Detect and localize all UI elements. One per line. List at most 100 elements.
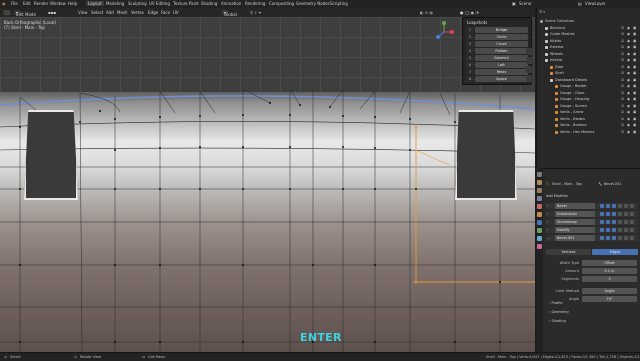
camera-render-icon[interactable]: ▣: [633, 58, 636, 62]
close-icon[interactable]: [624, 236, 628, 240]
tab-modeling[interactable]: Modeling: [104, 1, 126, 6]
checkbox-icon[interactable]: ☑: [621, 71, 624, 75]
tab-animation[interactable]: Animation: [219, 1, 243, 6]
checkbox-icon[interactable]: ☑: [621, 32, 624, 36]
loopshot-flatten-button[interactable]: Flatten: [475, 48, 528, 54]
affect-vertices-button[interactable]: Vertices: [546, 249, 591, 255]
hide-eye-icon[interactable]: ◉: [627, 65, 630, 69]
expand-chevron-icon[interactable]: ›: [547, 220, 548, 224]
overlay-icons[interactable]: ◐ ⊙ ◍: [420, 10, 433, 15]
tab-sculpting[interactable]: Sculpting: [126, 1, 149, 6]
loopshot-bridge-button[interactable]: Bridge: [475, 27, 528, 33]
outliner-row[interactable]: Dashboard Details ☑ ◉ ▣: [537, 78, 640, 83]
loopshot-gstretch-button[interactable]: Gstretch: [475, 55, 528, 61]
loopshot-loft-button[interactable]: Loft: [475, 62, 528, 68]
vp-menu-select[interactable]: Select: [91, 10, 103, 15]
hide-eye-icon[interactable]: ◉: [627, 71, 630, 75]
camera-icon[interactable]: [526, 66, 533, 73]
camera-render-icon[interactable]: ▣: [633, 91, 636, 95]
outliner-row[interactable]: Interior ☑ ◉ ▣: [537, 58, 640, 63]
3d-viewport[interactable]: [0, 17, 535, 352]
hide-eye-icon[interactable]: ◉: [627, 39, 630, 43]
edit-mode-toggle-icon[interactable]: [600, 236, 604, 240]
perspective-grid-icon[interactable]: [526, 75, 533, 82]
hide-eye-icon[interactable]: ◉: [627, 26, 630, 30]
menu-help[interactable]: Help: [68, 1, 77, 6]
drag-handle-icon[interactable]: [630, 228, 634, 232]
outliner-row[interactable]: Wheels ☑ ◉ ▣: [537, 52, 640, 57]
tab-uv-editing[interactable]: UV Editing: [147, 1, 172, 6]
viewport-toggle-icon[interactable]: [606, 212, 610, 216]
close-icon[interactable]: [624, 212, 628, 216]
tab-geometry-nodes[interactable]: Geometry Nodes: [294, 1, 332, 6]
outliner-row[interactable]: Kitbits ☑ ◉ ▣: [537, 39, 640, 44]
checkbox-icon[interactable]: ☑: [621, 97, 624, 101]
tab-compositing[interactable]: Compositing: [267, 1, 296, 6]
loopshot-row[interactable]: 6 Loft: [466, 62, 528, 68]
mode-select[interactable]: Edit Mode ▾: [14, 10, 36, 17]
camera-render-icon[interactable]: ▣: [633, 45, 636, 49]
checkbox-icon[interactable]: ☑: [621, 78, 624, 82]
checkbox-icon[interactable]: ☑: [621, 52, 624, 56]
outliner-row[interactable]: Gauge - Screen ☑ ◉ ▣: [537, 104, 640, 109]
outliner-row[interactable]: Gauge - Housing ☑ ◉ ▣: [537, 97, 640, 102]
dropdown-icon[interactable]: [618, 212, 622, 216]
modifier-name-field[interactable]: Shrinkwrap: [555, 219, 595, 225]
scene-tab-icon[interactable]: [537, 204, 542, 209]
loopshot-curve-button[interactable]: Curve: [475, 41, 528, 47]
render-toggle-icon[interactable]: [612, 236, 616, 240]
camera-render-icon[interactable]: ▣: [633, 110, 636, 114]
checkbox-icon[interactable]: ☑: [621, 104, 624, 108]
edit-mode-toggle-icon[interactable]: [600, 228, 604, 232]
drag-handle-icon[interactable]: [630, 212, 634, 216]
editor-type-icon[interactable]: ⬚: [3, 10, 11, 15]
viewport-toggle-icon[interactable]: [606, 220, 610, 224]
dropdown-icon[interactable]: [618, 220, 622, 224]
loopshot-row[interactable]: 1 Bridge: [466, 27, 528, 33]
vp-menu-mesh[interactable]: Mesh: [117, 10, 128, 15]
camera-render-icon[interactable]: ▣: [633, 78, 636, 82]
loopshot-row[interactable]: 2 Circle: [466, 34, 528, 40]
outliner-header-icon[interactable]: ☰ ▾: [539, 10, 545, 14]
menu-render[interactable]: Render: [34, 1, 48, 6]
hide-eye-icon[interactable]: ◉: [627, 117, 630, 121]
outliner-row[interactable]: Vents - Arrow ☑ ◉ ▣: [537, 110, 640, 115]
modifier-tab-icon[interactable]: [537, 220, 542, 225]
output-tab-icon[interactable]: [537, 188, 542, 193]
checkbox-icon[interactable]: ☑: [621, 26, 624, 30]
hide-eye-icon[interactable]: ◉: [627, 52, 630, 56]
camera-render-icon[interactable]: ▣: [633, 71, 636, 75]
edit-mode-toggle-icon[interactable]: [600, 212, 604, 216]
modifier-row[interactable]: ⌄ Bevel.001: [546, 235, 638, 241]
field-value[interactable]: Offset: [582, 260, 637, 266]
hide-eye-icon[interactable]: ◉: [627, 110, 630, 114]
shading-icons[interactable]: ● ◯ ◉ ◔: [460, 10, 479, 15]
camera-render-icon[interactable]: ▣: [633, 84, 636, 88]
modifier-name-field[interactable]: Bevel: [555, 203, 595, 209]
modifier-row[interactable]: › Shrinkwrap: [546, 219, 638, 225]
checkbox-icon[interactable]: ☑: [621, 84, 624, 88]
checkbox-icon[interactable]: ☑: [621, 45, 624, 49]
vp-menu-vertex[interactable]: Vertex: [131, 10, 144, 15]
expand-chevron-icon[interactable]: ⌄: [547, 236, 550, 240]
pan-hand-icon[interactable]: [526, 57, 533, 64]
material-tab-icon[interactable]: [537, 244, 542, 249]
modifier-name-field[interactable]: Bevel.001: [555, 235, 595, 241]
outliner-row[interactable]: Vents - Hex Meshes ☑ ◉ ▣: [537, 130, 640, 135]
outliner-row[interactable]: Blockout ☑ ◉ ▣: [537, 26, 640, 31]
zoom-icon[interactable]: [526, 48, 533, 55]
section-profile[interactable]: › Profile: [549, 301, 562, 305]
checkbox-icon[interactable]: ☑: [621, 91, 624, 95]
tab-shading[interactable]: Shading: [199, 1, 219, 6]
outliner-row[interactable]: Shell ☑ ◉ ▣: [537, 71, 640, 76]
render-toggle-icon[interactable]: [612, 220, 616, 224]
section-geometry[interactable]: › Geometry: [549, 310, 569, 314]
outliner-row[interactable]: Exterior ☑ ◉ ▣: [537, 45, 640, 50]
field-value[interactable]: 3: [582, 276, 637, 282]
hide-eye-icon[interactable]: ◉: [627, 97, 630, 101]
active-modifier-name[interactable]: Bevel.001: [604, 182, 622, 186]
section-shading[interactable]: › Shading: [549, 319, 566, 323]
viewport-toggle-icon[interactable]: [606, 228, 610, 232]
camera-render-icon[interactable]: ▣: [633, 65, 636, 69]
field-value[interactable]: 70°: [582, 296, 637, 302]
